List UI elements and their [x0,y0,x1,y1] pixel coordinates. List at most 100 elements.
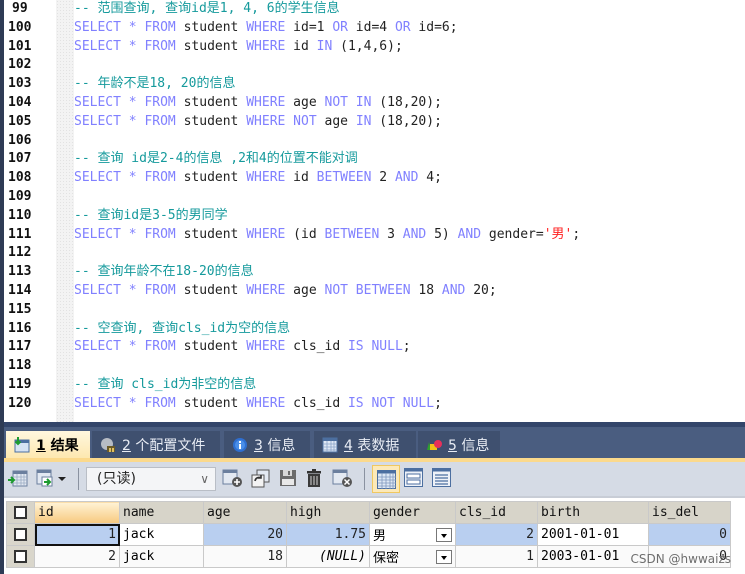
line-number: 120 [8,395,32,411]
sql-editor[interactable]: 99 -- 范围查询, 查询id是1, 4, 6的学生信息 100 SELECT * … [4,0,745,422]
duplicate-row-button[interactable] [250,468,270,490]
table-export-icon [36,468,66,487]
column-header-age[interactable]: age [203,501,287,524]
result-grid[interactable]: id name age high gender cls_id birth is_… [4,496,745,574]
cell-gender[interactable]: 保密 [369,545,456,568]
code-area[interactable]: 99 -- 范围查询, 查询id是1, 4, 6的学生信息 100 SELECT * … [8,0,745,414]
cell-is-del[interactable]: 0 [648,523,731,546]
tab-table-data[interactable]: 4 表数据 [314,431,416,458]
cell-name[interactable]: jack [119,523,204,546]
code-line[interactable]: 105 SELECT * FROM student WHERE NOT age I… [8,113,745,132]
sql-text: ; [434,395,442,411]
save-disk-icon [278,468,296,486]
cell-age[interactable]: 20 [203,523,287,546]
column-header-name[interactable]: name [119,501,204,524]
sql-keyword: WHERE [246,94,286,110]
code-line[interactable]: 115 [8,301,745,320]
insert-row-button[interactable] [8,468,28,490]
code-line[interactable]: 112 [8,244,745,263]
code-line[interactable]: 110 -- 查询id是3-5的男同学 [8,207,745,226]
code-line[interactable]: 100 SELECT * FROM student WHERE id=1 OR i… [8,19,745,38]
result-tabbar: 1 结果 2 个配置文件 3 信息 4 表数据 5 信息 [4,422,745,458]
cell-high[interactable]: 1.75 [286,523,370,546]
line-number: 105 [8,113,32,129]
sql-keyword: FROM [144,94,176,110]
code-line[interactable]: 107 -- 查询 id是2-4的信息 ,2和4的位置不能对调 [8,150,745,169]
column-header-is-del[interactable]: is_del [648,501,731,524]
column-header-id[interactable]: id [34,501,120,524]
cell-id[interactable]: 1 [34,523,120,546]
tab-info[interactable]: 5 信息 [418,431,500,458]
table-row[interactable]: 2 jack 18 (NULL) 保密 1 2003-01-01 0 [6,545,731,568]
form-view-button[interactable] [404,468,423,490]
code-line[interactable]: 104 SELECT * FROM student WHERE age NOT I… [8,94,745,113]
tab-profiles-label: 个配置文件 [135,437,206,454]
sql-text: id=4 [347,19,395,35]
cell-name[interactable]: jack [119,545,204,568]
tab-results[interactable]: 1 结果 [6,431,90,458]
column-header-birth[interactable]: birth [537,501,649,524]
readonly-mode-select[interactable]: (只读) ∨ [86,467,216,491]
add-row-button[interactable] [222,468,242,490]
column-header-gender[interactable]: gender [369,501,456,524]
sql-text: student [175,226,247,242]
row-checkbox[interactable] [6,545,35,568]
code-line[interactable]: 109 [8,188,745,207]
code-line[interactable]: 116 -- 空查询, 查询cls_id为空的信息 [8,320,745,339]
form-view-icon [404,468,423,487]
dropdown-arrow-icon[interactable] [436,550,452,564]
cell-cls-id[interactable]: 1 [455,545,538,568]
info-shapes-icon [426,437,442,453]
delete-button[interactable] [304,468,321,490]
discard-changes-button[interactable] [332,468,352,490]
grid-view-button[interactable] [372,465,400,493]
code-line[interactable]: 117 SELECT * FROM student WHERE cls_id IS… [8,338,745,357]
save-button[interactable] [278,468,296,490]
table-cancel-icon [332,468,352,487]
sql-keyword: AND [394,170,419,186]
cell-cls-id[interactable]: 2 [455,523,538,546]
code-line[interactable]: 103 -- 年龄不是18, 20的信息 [8,75,745,94]
cell-age[interactable]: 18 [203,545,287,568]
sql-keyword: SELECT [74,38,121,54]
column-header-high[interactable]: high [286,501,370,524]
code-line[interactable]: 108 SELECT * FROM student WHERE id BETWEE… [8,169,745,188]
row-checkbox[interactable] [6,523,35,546]
code-line[interactable]: 118 [8,357,745,376]
sql-comment: -- 范围查询, 查询id是1, 4, 6的学生信息 [74,1,340,16]
export-dropdown-button[interactable] [36,468,66,490]
sql-keyword: AND [457,226,482,242]
cell-id[interactable]: 2 [34,545,120,568]
cell-birth[interactable]: 2001-01-01 [537,523,649,546]
text-view-button[interactable] [432,468,451,490]
code-line[interactable]: 101 SELECT * FROM student WHERE id IN (1,… [8,38,745,57]
code-line[interactable]: 106 [8,132,745,151]
code-line[interactable]: 99 -- 范围查询, 查询id是1, 4, 6的学生信息 [12,0,745,19]
dropdown-arrow-icon[interactable] [436,528,452,542]
cell-high[interactable]: (NULL) [286,545,370,568]
text-view-icon [432,468,451,487]
sql-keyword: WHERE NOT [246,113,317,129]
line-number: 100 [8,19,32,35]
fold-margin [56,0,74,422]
code-line[interactable]: 114 SELECT * FROM student WHERE age NOT B… [8,282,745,301]
code-line[interactable]: 119 -- 查询 cls_id为非空的信息 [8,376,745,395]
code-line[interactable]: 102 [8,56,745,75]
tab-messages[interactable]: 3 信息 [224,431,310,458]
sql-keyword: AND [402,226,427,242]
sql-keyword: IN [316,38,333,54]
line-number: 119 [8,376,32,392]
sql-keyword: FROM [144,395,176,411]
code-line[interactable]: 113 -- 查询年龄不在18-20的信息 [8,263,745,282]
tab-profiles[interactable]: 2 个配置文件 [92,431,220,458]
select-all-checkbox[interactable] [6,501,35,524]
code-line[interactable]: 120 SELECT * FROM student WHERE cls_id IS… [8,395,745,414]
code-line[interactable]: 111 SELECT * FROM student WHERE (id BETWE… [8,226,745,245]
sql-text: 3 [379,226,403,242]
table-row[interactable]: 1 jack 20 1.75 男 2 2001-01-01 0 [6,523,731,546]
cell-gender[interactable]: 男 [369,523,456,546]
column-header-cls-id[interactable]: cls_id [455,501,538,524]
